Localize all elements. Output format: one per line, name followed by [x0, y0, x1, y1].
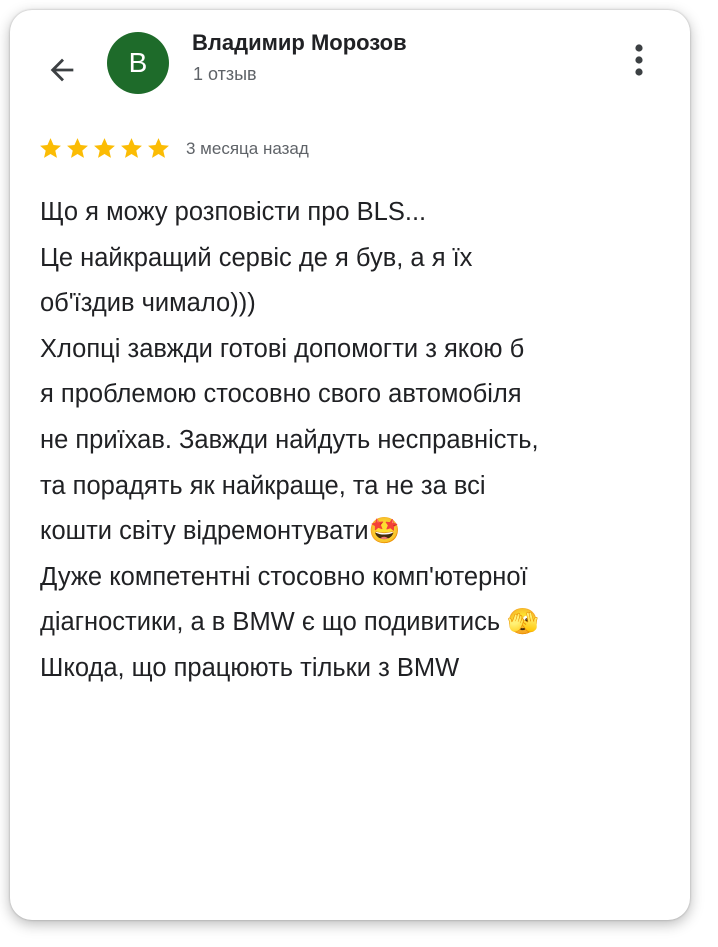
review-card: В Владимир Морозов 1 отзыв 3 месяца наза…: [10, 10, 690, 920]
review-line: діагностики, а в BMW є що подивитись 🫣: [40, 608, 540, 637]
avatar-letter: В: [128, 47, 148, 78]
review-line: кошти світу відремонтувати🤩: [40, 517, 401, 546]
rating-row: 3 месяца назад: [38, 136, 309, 161]
star-icon: [148, 138, 169, 158]
star-icon: [94, 138, 115, 158]
reviewer-name[interactable]: Владимир Морозов: [192, 30, 407, 56]
arrow-left-icon: [50, 58, 74, 82]
more-options-button[interactable]: [624, 40, 654, 80]
review-line: Хлопці завжди готові допомогти з якою б: [40, 334, 525, 363]
review-line: Дуже компетентні стосовно комп'ютерної: [40, 562, 528, 591]
review-line: та порадять як найкраще, та не за всі: [40, 471, 486, 500]
star-icon: [40, 138, 61, 158]
review-date: 3 месяца назад: [186, 138, 309, 158]
review-line: Шкода, що працюють тільки з BMW: [40, 653, 460, 682]
reviewer-review-count: 1 отзыв: [193, 64, 257, 84]
review-line: Що я можу розповісти про BLS...: [40, 198, 427, 226]
review-line: Це найкращий сервіс де я був, а я їх: [40, 243, 473, 272]
star-icon: [67, 138, 88, 158]
star-icon: [121, 138, 142, 158]
avatar[interactable]: В: [107, 32, 169, 94]
back-button[interactable]: [42, 50, 82, 90]
star-rating: [38, 136, 171, 161]
more-vertical-icon: [635, 44, 643, 76]
review-line: я проблемою стосовно свого автомобіля: [40, 380, 522, 409]
review-line: об'їздив чимало))): [40, 289, 256, 318]
review-line: не приїхав. Завжди найдуть несправність,: [40, 425, 539, 454]
review-text: Що я можу розповісти про BLS... Це найкр…: [40, 190, 680, 692]
